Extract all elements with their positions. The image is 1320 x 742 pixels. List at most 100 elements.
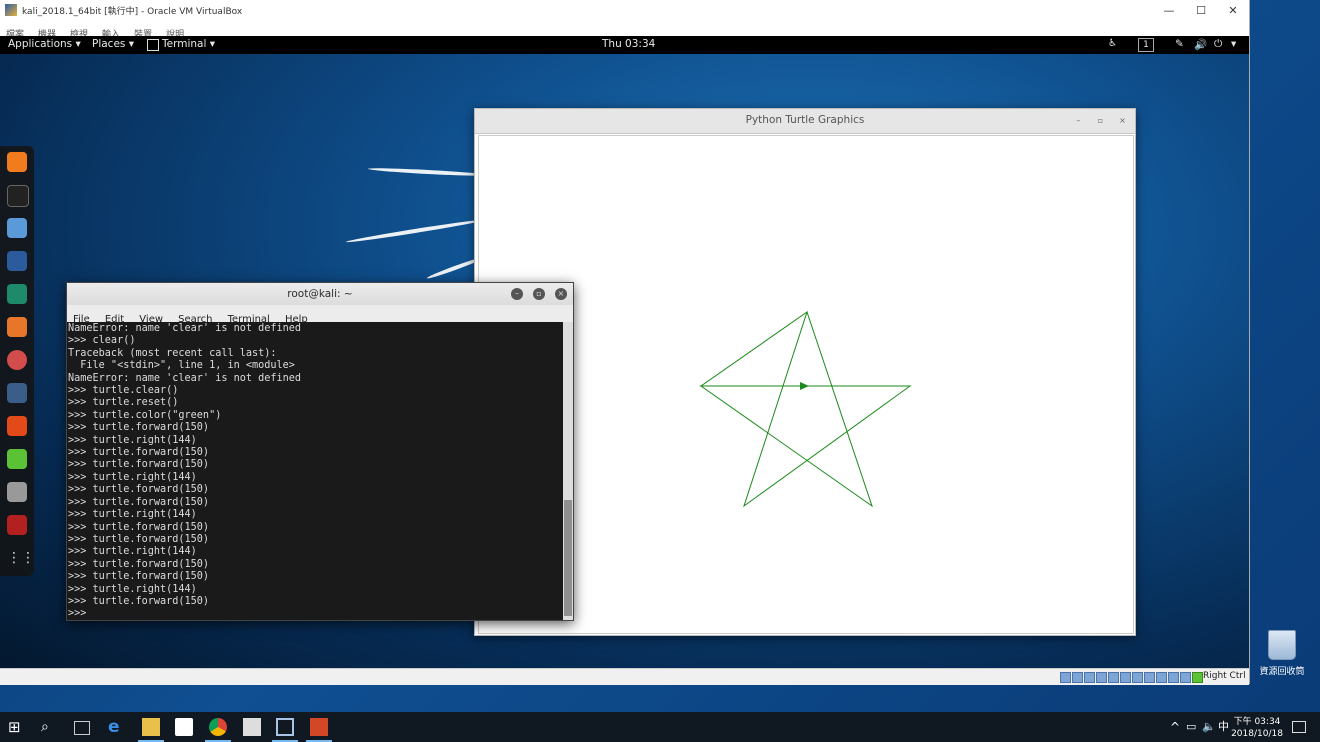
terminal-icon [147, 39, 159, 51]
gnome-dock: ⋮⋮ [0, 146, 35, 576]
terminal-window: root@kali: ~ – ▫ × File Edit View Search… [66, 282, 574, 621]
chevron-down-icon[interactable]: ▾ [1231, 38, 1236, 50]
terminal-title: root@kali: ~ [287, 288, 353, 300]
turtle-cursor-icon [800, 382, 809, 390]
terminal-line: NameError: name 'clear' is not defined [68, 323, 302, 334]
terminal-scrollbar-thumb[interactable] [564, 500, 572, 616]
virtualbox-statusbar: Right Ctrl [0, 668, 1249, 685]
kali-guest-screen: Applications ▾ Places ▾ Terminal ▾ Thu 0… [0, 36, 1249, 668]
task-view-icon[interactable] [74, 721, 90, 735]
turtle-minimize-button[interactable]: – [1073, 115, 1084, 126]
taskbar-clock[interactable]: 下午 03:34 2018/10/18 [1226, 716, 1288, 740]
display-icon[interactable] [1132, 672, 1143, 683]
cpu-icon[interactable] [1156, 672, 1167, 683]
armitage-icon[interactable] [7, 284, 27, 304]
windows-taskbar: ⊞ ⌕ e ^ ▭ 🔈 中 下午 03:34 2018/10/18 [0, 712, 1320, 742]
turtle-canvas[interactable] [478, 135, 1134, 634]
maximize-button[interactable]: ☐ [1184, 2, 1218, 20]
recycle-bin[interactable]: 資源回收筒 [1259, 630, 1305, 678]
gnome-top-bar: Applications ▾ Places ▾ Terminal ▾ Thu 0… [0, 36, 1249, 54]
virtualization-icon[interactable] [1168, 672, 1179, 683]
virtualbox-titlebar[interactable]: kali_2018.1_64bit [執行中] - Oracle VM Virt… [0, 0, 1249, 21]
virtualbox-app-icon [5, 4, 17, 16]
network-icon[interactable] [1096, 672, 1107, 683]
terminal-dock-icon[interactable] [7, 185, 29, 207]
optical-drive-icon[interactable] [1072, 672, 1083, 683]
terminal-line: >>> turtle.right(144) [68, 509, 197, 521]
terminal-scrollbar[interactable] [563, 322, 573, 620]
hard-disk-icon[interactable] [1060, 672, 1071, 683]
accessibility-icon[interactable]: ♿ [1108, 38, 1117, 49]
show-apps-icon[interactable]: ⋮⋮ [7, 548, 35, 568]
clock-time: 下午 03:34 [1233, 717, 1281, 727]
virtualbox-window: kali_2018.1_64bit [執行中] - Oracle VM Virt… [0, 0, 1250, 685]
faraday-icon[interactable] [7, 416, 27, 436]
virtualbox-taskbar-icon[interactable] [276, 718, 294, 736]
terminal-output[interactable]: NameError: name 'clear' is not defined >>… [67, 322, 563, 620]
minimize-button[interactable]: — [1152, 2, 1186, 20]
powerpoint-icon[interactable] [310, 718, 328, 736]
terminal-titlebar[interactable]: root@kali: ~ – ▫ × [67, 283, 573, 305]
chrome-icon[interactable] [209, 718, 227, 736]
turtle-titlebar[interactable]: Python Turtle Graphics – ▫ × [475, 109, 1135, 134]
keyboard-capture-icon[interactable] [1192, 672, 1203, 683]
terminal-line: >>> turtle.forward(150) [68, 521, 210, 533]
firefox-icon[interactable] [7, 152, 27, 172]
terminal-line: >>> [68, 608, 93, 620]
mouse-integration-icon[interactable] [1180, 672, 1191, 683]
usb-icon[interactable] [1108, 672, 1119, 683]
burpsuite-icon[interactable] [7, 317, 27, 337]
mail-icon[interactable] [243, 718, 261, 736]
file-explorer-icon[interactable] [142, 718, 160, 736]
terminal-line: >>> turtle.forward(150) [68, 595, 210, 607]
maltego-icon[interactable] [7, 350, 27, 370]
turtle-maximize-button[interactable]: ▫ [1095, 115, 1106, 126]
turtle-window-title: Python Turtle Graphics [745, 114, 865, 126]
start-button[interactable]: ⊞ [8, 718, 26, 736]
terminal-maximize-button[interactable]: ▫ [533, 288, 545, 300]
power-icon[interactable]: ⏻ [1214, 38, 1222, 51]
terminal-close-button[interactable]: × [555, 288, 567, 300]
leafpad-icon[interactable] [7, 449, 27, 469]
files-icon[interactable] [7, 218, 27, 238]
terminal-lines: NameError: name 'clear' is not defined >>… [68, 323, 563, 620]
edge-icon[interactable]: e [108, 718, 126, 736]
terminal-minimize-button[interactable]: – [511, 288, 523, 300]
kali-dragon-stroke [367, 166, 489, 178]
places-menu[interactable]: Places ▾ [92, 38, 134, 50]
recording-icon[interactable] [1144, 672, 1155, 683]
workspace-indicator[interactable]: 1 [1138, 38, 1154, 52]
terminal-line: >>> turtle.right(144) [68, 546, 197, 558]
metasploit-icon[interactable] [7, 251, 27, 271]
applications-menu[interactable]: Applications ▾ [8, 38, 81, 50]
terminal-line: >>> turtle.right(144) [68, 583, 197, 595]
terminal-line: NameError: name 'clear' is not defined [68, 372, 302, 384]
volume-icon[interactable]: 🔊 [1194, 38, 1207, 51]
gnome-clock[interactable]: Thu 03:34 [602, 38, 655, 50]
terminal-app-menu[interactable]: Terminal ▾ [162, 38, 215, 50]
terminal-line: >>> turtle.color("green") [68, 409, 222, 421]
notification-icon[interactable] [1292, 721, 1306, 733]
virtualbox-title: kali_2018.1_64bit [執行中] - Oracle VM Virt… [22, 7, 243, 17]
cherrytree-icon[interactable] [7, 482, 27, 502]
terminal-line: >>> turtle.forward(150) [68, 533, 210, 545]
host-key-label: Right Ctrl [1203, 671, 1246, 681]
virtualbox-menubar: 檔案 機器 檢視 輸入 裝置 說明 [0, 21, 1249, 40]
terminal-line: Traceback (most recent call last): [68, 347, 277, 359]
beef-icon[interactable] [7, 383, 27, 403]
terminal-line: >>> turtle.reset() [68, 397, 179, 409]
terminal-line: >>> turtle.forward(150) [68, 571, 210, 583]
store-icon[interactable] [175, 718, 193, 736]
search-icon[interactable]: ⌕ [41, 718, 59, 736]
terminal-line: >>> turtle.forward(150) [68, 422, 210, 434]
terminal-menubar: File Edit View Search Terminal Help [67, 305, 573, 325]
clock-date: 2018/10/18 [1231, 729, 1283, 739]
audio-icon[interactable] [1084, 672, 1095, 683]
shared-folders-icon[interactable] [1120, 672, 1131, 683]
recycle-bin-icon [1268, 630, 1296, 660]
pen-icon[interactable]: ✎ [1175, 38, 1184, 50]
screenshot-icon[interactable] [7, 515, 27, 535]
close-button[interactable]: ✕ [1216, 2, 1250, 20]
terminal-line: >>> turtle.forward(150) [68, 447, 210, 459]
turtle-close-button[interactable]: × [1117, 115, 1128, 126]
